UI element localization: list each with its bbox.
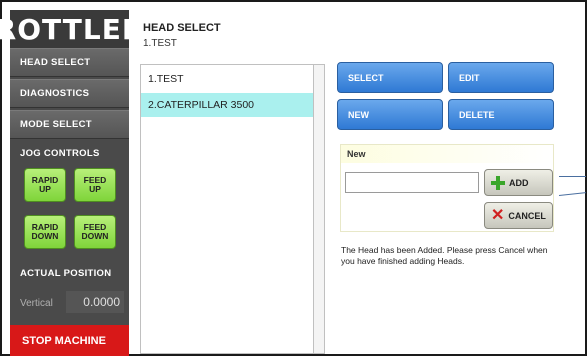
sidebar: ROTTLER HEAD SELECT DIAGNOSTICS MODE SEL… [0,10,143,356]
new-head-panel: New ADD ✕ CANCEL [340,144,554,232]
new-panel-title: New [341,145,553,163]
feed-up-button[interactable]: FEED UP [74,168,116,202]
rottler-logo: ROTTLER [0,10,143,48]
cancel-button[interactable]: ✕ CANCEL [484,202,553,229]
divider-line [559,176,586,177]
new-button[interactable]: NEW [337,99,443,130]
plus-icon [491,175,505,190]
current-head-label: 1.TEST [143,38,177,49]
stop-machine-button[interactable]: STOP MACHINE [10,325,129,356]
vertical-position-value: 0.0000 [66,291,124,313]
app-window: ROTTLER HEAD SELECT DIAGNOSTICS MODE SEL… [0,0,587,356]
delete-button[interactable]: DELETE [448,99,554,130]
close-icon: ✕ [491,206,505,224]
page-title: HEAD SELECT [143,22,221,34]
nav-head-select-button[interactable]: HEAD SELECT [10,48,129,77]
list-scrollbar[interactable] [313,65,324,353]
rapid-up-button[interactable]: RAPID UP [24,168,66,202]
select-button[interactable]: SELECT [337,62,443,93]
list-item[interactable]: 2.CATERPILLAR 3500 [141,93,314,117]
divider-line [558,192,586,196]
add-button[interactable]: ADD [484,169,553,196]
feed-down-button[interactable]: FEED DOWN [74,215,116,249]
actual-position-header: ACTUAL POSITION [20,267,112,279]
rapid-down-button[interactable]: RAPID DOWN [24,215,66,249]
status-message: The Head has been Added. Please press Ca… [341,245,548,267]
nav-diagnostics-button[interactable]: DIAGNOSTICS [10,79,129,108]
list-item[interactable]: 1.TEST [141,67,314,91]
vertical-label: Vertical [20,298,53,309]
edit-button[interactable]: EDIT [448,62,554,93]
head-name-input[interactable] [345,172,479,193]
nav-mode-select-button[interactable]: MODE SELECT [10,110,129,139]
head-list: 1.TEST 2.CATERPILLAR 3500 [140,64,325,354]
jog-controls-header: JOG CONTROLS [20,147,100,159]
